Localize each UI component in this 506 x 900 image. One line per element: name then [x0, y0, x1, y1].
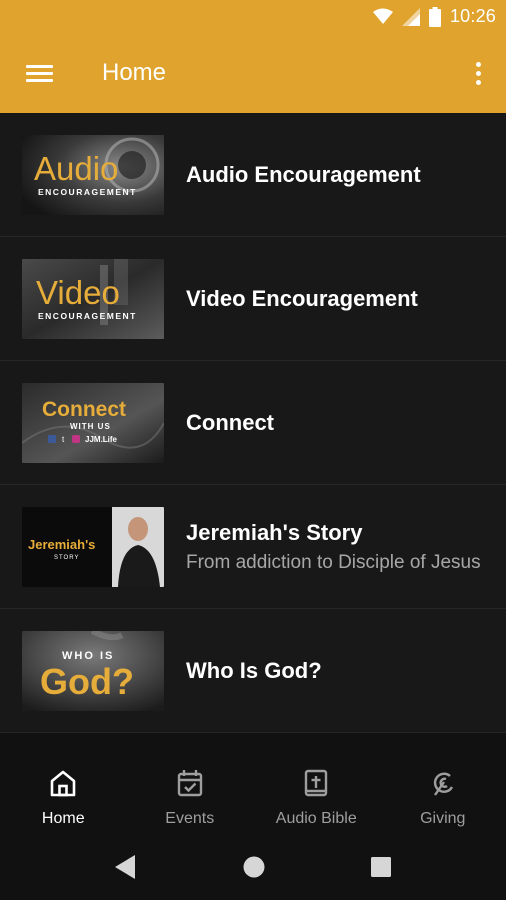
thumb-audio-sub: ENCOURAGEMENT [38, 187, 137, 197]
toolbar: Home [0, 35, 506, 113]
home-icon [50, 770, 76, 797]
battery-icon [428, 6, 441, 27]
list-item-connect[interactable]: Connect WITH US t JJM.Life Connect [0, 361, 506, 485]
audio-encouragement-thumbnail: Audio ENCOURAGEMENT [22, 135, 164, 215]
nav-audio-bible-label: Audio Bible [275, 810, 357, 827]
list-item-who-is-god[interactable]: WHO IS God? Who Is God? [0, 609, 506, 733]
nav-home[interactable]: Home [0, 735, 127, 840]
nav-events[interactable]: Events [127, 735, 254, 840]
nav-giving[interactable]: Giving [380, 735, 506, 840]
list-item-audio-encouragement[interactable]: Audio ENCOURAGEMENT Audio Encouragement [0, 113, 506, 237]
instagram-icon [72, 435, 80, 443]
calendar-check-icon [177, 770, 202, 797]
nav-events-label: Events [165, 810, 215, 827]
item-title: Jeremiah's Story [186, 520, 363, 545]
wifi-icon [372, 8, 393, 24]
thumb-connect-text: Connect [42, 398, 126, 421]
thumb-god-text: God? [40, 661, 134, 702]
item-title: Who Is God? [186, 658, 322, 683]
more-options-icon[interactable] [468, 57, 488, 91]
person-photo [128, 517, 148, 541]
connect-thumbnail: Connect WITH US t JJM.Life [22, 383, 164, 463]
list-item-video-encouragement[interactable]: Video ENCOURAGEMENT Video Encouragement [0, 237, 506, 361]
bible-icon [305, 769, 328, 797]
giving-icon [433, 772, 453, 796]
video-encouragement-thumbnail: Video ENCOURAGEMENT [22, 259, 164, 339]
jeremiahs-story-thumbnail: Jeremiah's STORY [22, 507, 164, 587]
item-title: Connect [186, 410, 274, 435]
signal-icon [401, 7, 420, 26]
thumb-connect-handle: JJM.Life [85, 435, 118, 444]
content-list: Audio ENCOURAGEMENT Audio Encouragement … [0, 113, 506, 733]
nav-home-label: Home [41, 810, 85, 827]
status-bar: 10:26 [0, 0, 506, 35]
facebook-icon [48, 435, 56, 443]
app-bar: 10:26 Home [0, 0, 506, 113]
nav-audio-bible[interactable]: Audio Bible [253, 735, 380, 840]
thumb-audio-text: Audio [34, 150, 118, 187]
thumb-connect-sub: WITH US [70, 422, 111, 431]
who-is-god-thumbnail: WHO IS God? [22, 631, 164, 711]
item-title: Video Encouragement [186, 286, 418, 311]
thumb-video-sub: ENCOURAGEMENT [38, 311, 137, 321]
thumb-jeremiah-text: Jeremiah's [28, 537, 95, 552]
bottom-nav: Home Events Audio Bible Giving [0, 735, 506, 840]
menu-icon[interactable] [20, 59, 60, 89]
list-item-jeremiahs-story[interactable]: Jeremiah's STORY Jeremiah's Story From a… [0, 485, 506, 609]
status-time: 10:26 [449, 6, 496, 26]
recents-icon[interactable] [369, 854, 393, 880]
system-nav-bar [0, 840, 506, 900]
thumb-video-text: Video [36, 274, 120, 311]
nav-giving-label: Giving [420, 810, 466, 827]
thumb-jeremiah-sub: STORY [54, 555, 79, 561]
page-title: Home [102, 59, 167, 86]
item-subtitle: From addiction to Disciple of Jesus [186, 552, 481, 573]
item-title: Audio Encouragement [186, 162, 421, 187]
home-button-icon[interactable] [242, 854, 266, 880]
back-icon[interactable] [113, 854, 137, 880]
